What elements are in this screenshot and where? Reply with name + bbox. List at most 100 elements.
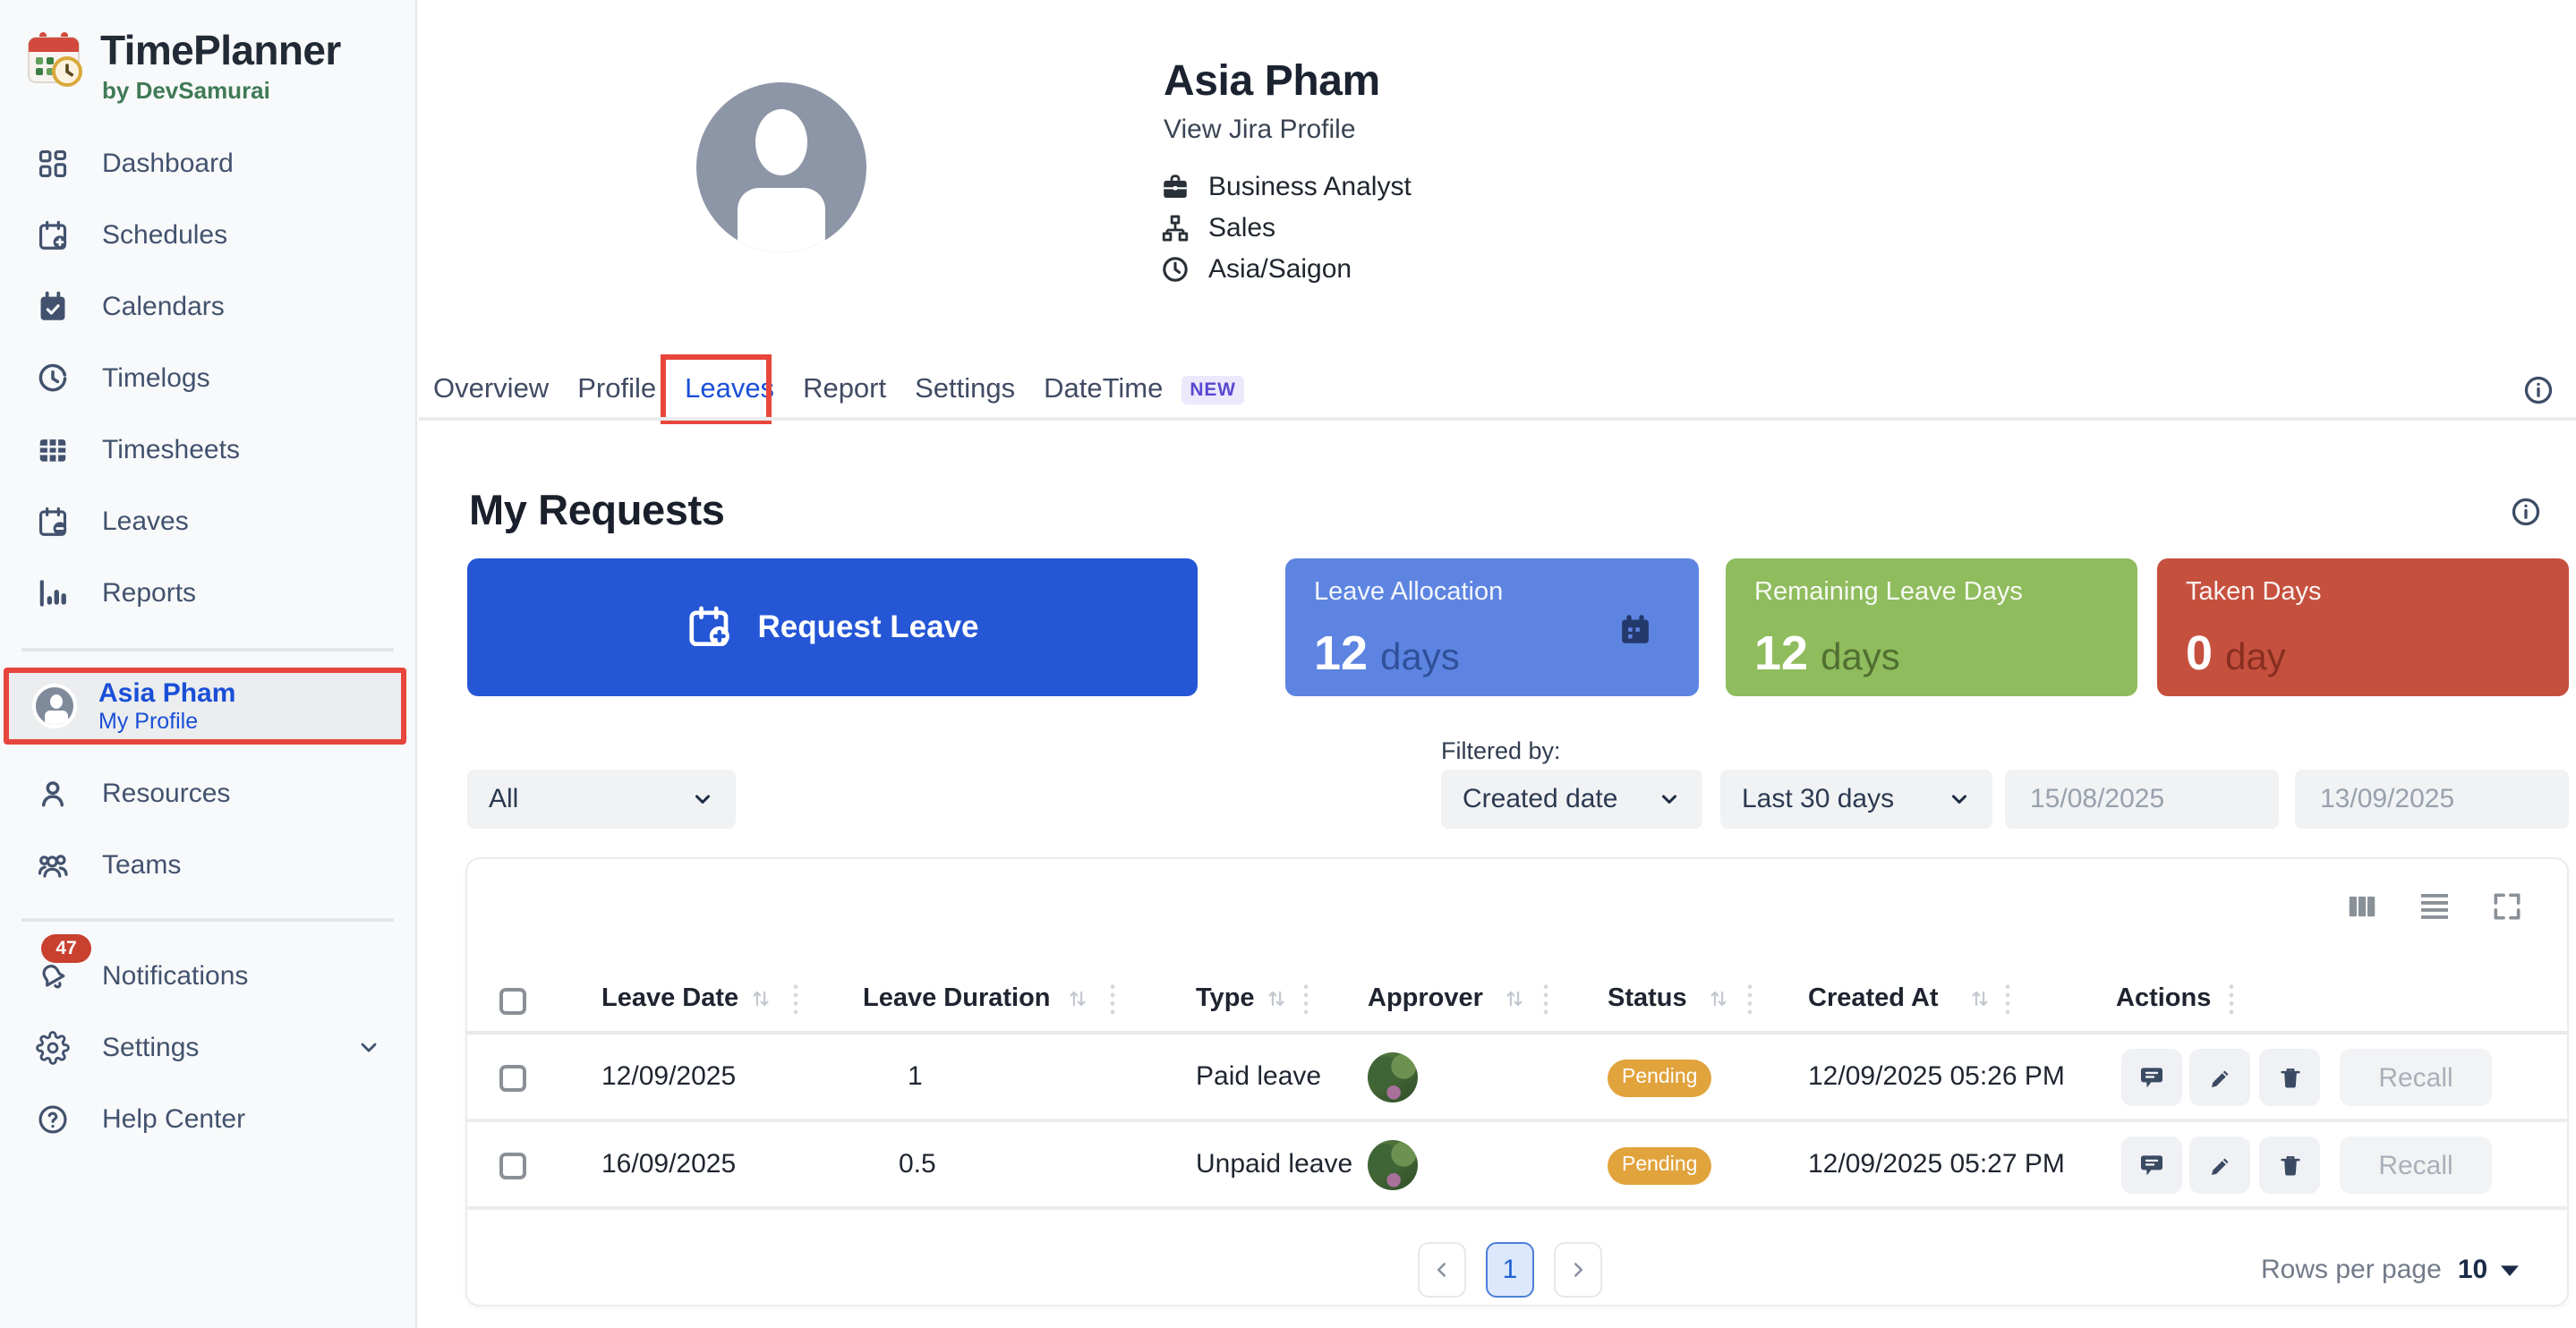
stat-card-label: Remaining Leave Days [1754,578,2023,607]
comment-button[interactable] [2121,1136,2182,1194]
table-grid-icon [36,432,70,466]
sort-icon[interactable] [1967,986,1992,1011]
sidebar-divider [21,648,394,651]
sort-icon[interactable] [748,986,773,1011]
app-logo-row: TimePlanner by DevSamurai [23,29,341,104]
timezone-text: Asia/Saigon [1208,253,1352,284]
info-icon[interactable] [2510,496,2542,528]
stat-card-taken-days: Taken Days 0day [2157,558,2569,696]
sidebar-item-resources[interactable]: Resources [0,757,417,829]
people-group-icon [36,847,70,881]
approver-avatar[interactable] [1368,1140,1418,1190]
rows-per-page-value: 10 [2458,1255,2487,1285]
sidebar-item-notifications[interactable]: 47 Notifications [0,940,417,1011]
select-all-checkbox[interactable] [499,988,526,1015]
delete-button[interactable] [2259,1136,2320,1194]
page-1-button[interactable]: 1 [1486,1242,1534,1298]
sidebar-item-settings[interactable]: Settings [0,1011,417,1083]
sort-icon[interactable] [1264,986,1289,1011]
tab-report[interactable]: Report [803,374,886,406]
tab-leaves[interactable]: Leaves [685,374,774,406]
request-leave-button[interactable]: Request Leave [467,558,1198,696]
sort-icon[interactable] [1065,986,1090,1011]
sidebar-item-label: Calendars [102,291,225,321]
sidebar-item-teams[interactable]: Teams [0,829,417,900]
column-menu-icon[interactable] [2227,983,2236,1017]
page-title: My Requests [469,487,725,535]
tab-settings[interactable]: Settings [915,374,1015,406]
sidebar-divider [21,918,394,922]
rows-per-page-control: Rows per page 10 [2261,1242,2520,1298]
date-to-field[interactable]: 13/09/2025 [2295,770,2569,829]
stat-card-leave-allocation: Leave Allocation 12days [1285,558,1699,696]
column-menu-icon[interactable] [2003,983,2012,1017]
column-header[interactable]: Status [1608,984,1687,1013]
sidebar-item-leaves[interactable]: Leaves [0,485,417,557]
calendar-plus-icon [36,217,70,251]
timeplanner-logo-icon [23,29,84,89]
column-header[interactable]: Actions [2116,984,2211,1013]
profile-avatar [696,82,866,252]
briefcase-icon [1160,171,1190,201]
delete-button[interactable] [2259,1049,2320,1106]
filter-range-select[interactable]: Last 30 days [1720,770,1992,829]
column-menu-icon[interactable] [1541,983,1550,1017]
column-menu-icon[interactable] [791,983,800,1017]
column-header[interactable]: Leave Date [601,984,738,1013]
row-checkbox[interactable] [499,1153,526,1179]
prev-page-button[interactable] [1418,1242,1466,1298]
next-page-button[interactable] [1554,1242,1602,1298]
date-from-field[interactable]: 15/08/2025 [2005,770,2279,829]
column-menu-icon[interactable] [1745,983,1754,1017]
column-header[interactable]: Approver [1368,984,1483,1013]
approver-avatar[interactable] [1368,1052,1418,1102]
tab-datetime[interactable]: DateTime [1044,374,1163,406]
sidebar-item-reports[interactable]: Reports [0,557,417,628]
fullscreen-icon[interactable] [2490,889,2524,923]
edit-button[interactable] [2189,1136,2250,1194]
column-menu-icon[interactable] [1108,983,1117,1017]
filter-range-value: Last 30 days [1742,784,1894,814]
column-menu-icon[interactable] [1301,983,1310,1017]
cell-leave-date: 12/09/2025 [601,1061,736,1092]
filtered-by-label: Filtered by: [1441,737,1561,764]
cell-created-at: 12/09/2025 05:26 PM [1808,1061,2065,1092]
sidebar-item-dashboard[interactable]: Dashboard [0,127,417,199]
requests-table-card: Leave Date Leave Duration Type Approver … [465,857,2569,1307]
column-header[interactable]: Created At [1808,984,1939,1013]
comment-button[interactable] [2121,1049,2182,1106]
sidebar-item-calendars[interactable]: Calendars [0,270,417,342]
rows-per-page-select[interactable]: 10 [2458,1255,2520,1285]
stat-card-value: 12 [1754,626,1808,682]
sidebar-item-label: Schedules [102,219,227,250]
calendar-plus-icon [686,603,734,651]
recall-button[interactable]: Recall [2340,1049,2492,1106]
stat-card-remaining-leave-days: Remaining Leave Days 12days [1726,558,2137,696]
recall-button[interactable]: Recall [2340,1136,2492,1194]
sidebar-item-schedules[interactable]: Schedules [0,199,417,270]
row-checkbox[interactable] [499,1065,526,1092]
sort-icon[interactable] [1706,986,1731,1011]
column-header[interactable]: Type [1196,984,1255,1013]
list-view-icon[interactable] [2417,888,2452,924]
tab-profile[interactable]: Profile [577,374,656,406]
status-badge: Pending [1608,1147,1711,1185]
sidebar-item-timesheets[interactable]: Timesheets [0,413,417,485]
column-header[interactable]: Leave Duration [863,984,1051,1013]
sidebar-item-label: Resources [102,778,230,808]
leave-type-filter-select[interactable]: All [467,770,736,829]
sidebar-item-label: Timelogs [102,362,210,393]
view-jira-profile-link[interactable]: View Jira Profile [1164,115,1356,145]
sidebar-item-timelogs[interactable]: Timelogs [0,342,417,413]
sort-icon[interactable] [1502,986,1527,1011]
tab-overview[interactable]: Overview [433,374,549,406]
sidebar-profile-item[interactable]: Asia Pham My Profile [4,668,406,745]
sidebar-item-help-center[interactable]: Help Center [0,1083,417,1154]
column-view-icon[interactable] [2345,889,2379,923]
cell-type: Paid leave [1196,1061,1321,1092]
sidebar-item-label: Reports [102,577,196,608]
stat-card-label: Taken Days [2186,578,2322,607]
filter-field-select[interactable]: Created date [1441,770,1702,829]
edit-button[interactable] [2189,1049,2250,1106]
info-icon[interactable] [2522,374,2555,406]
